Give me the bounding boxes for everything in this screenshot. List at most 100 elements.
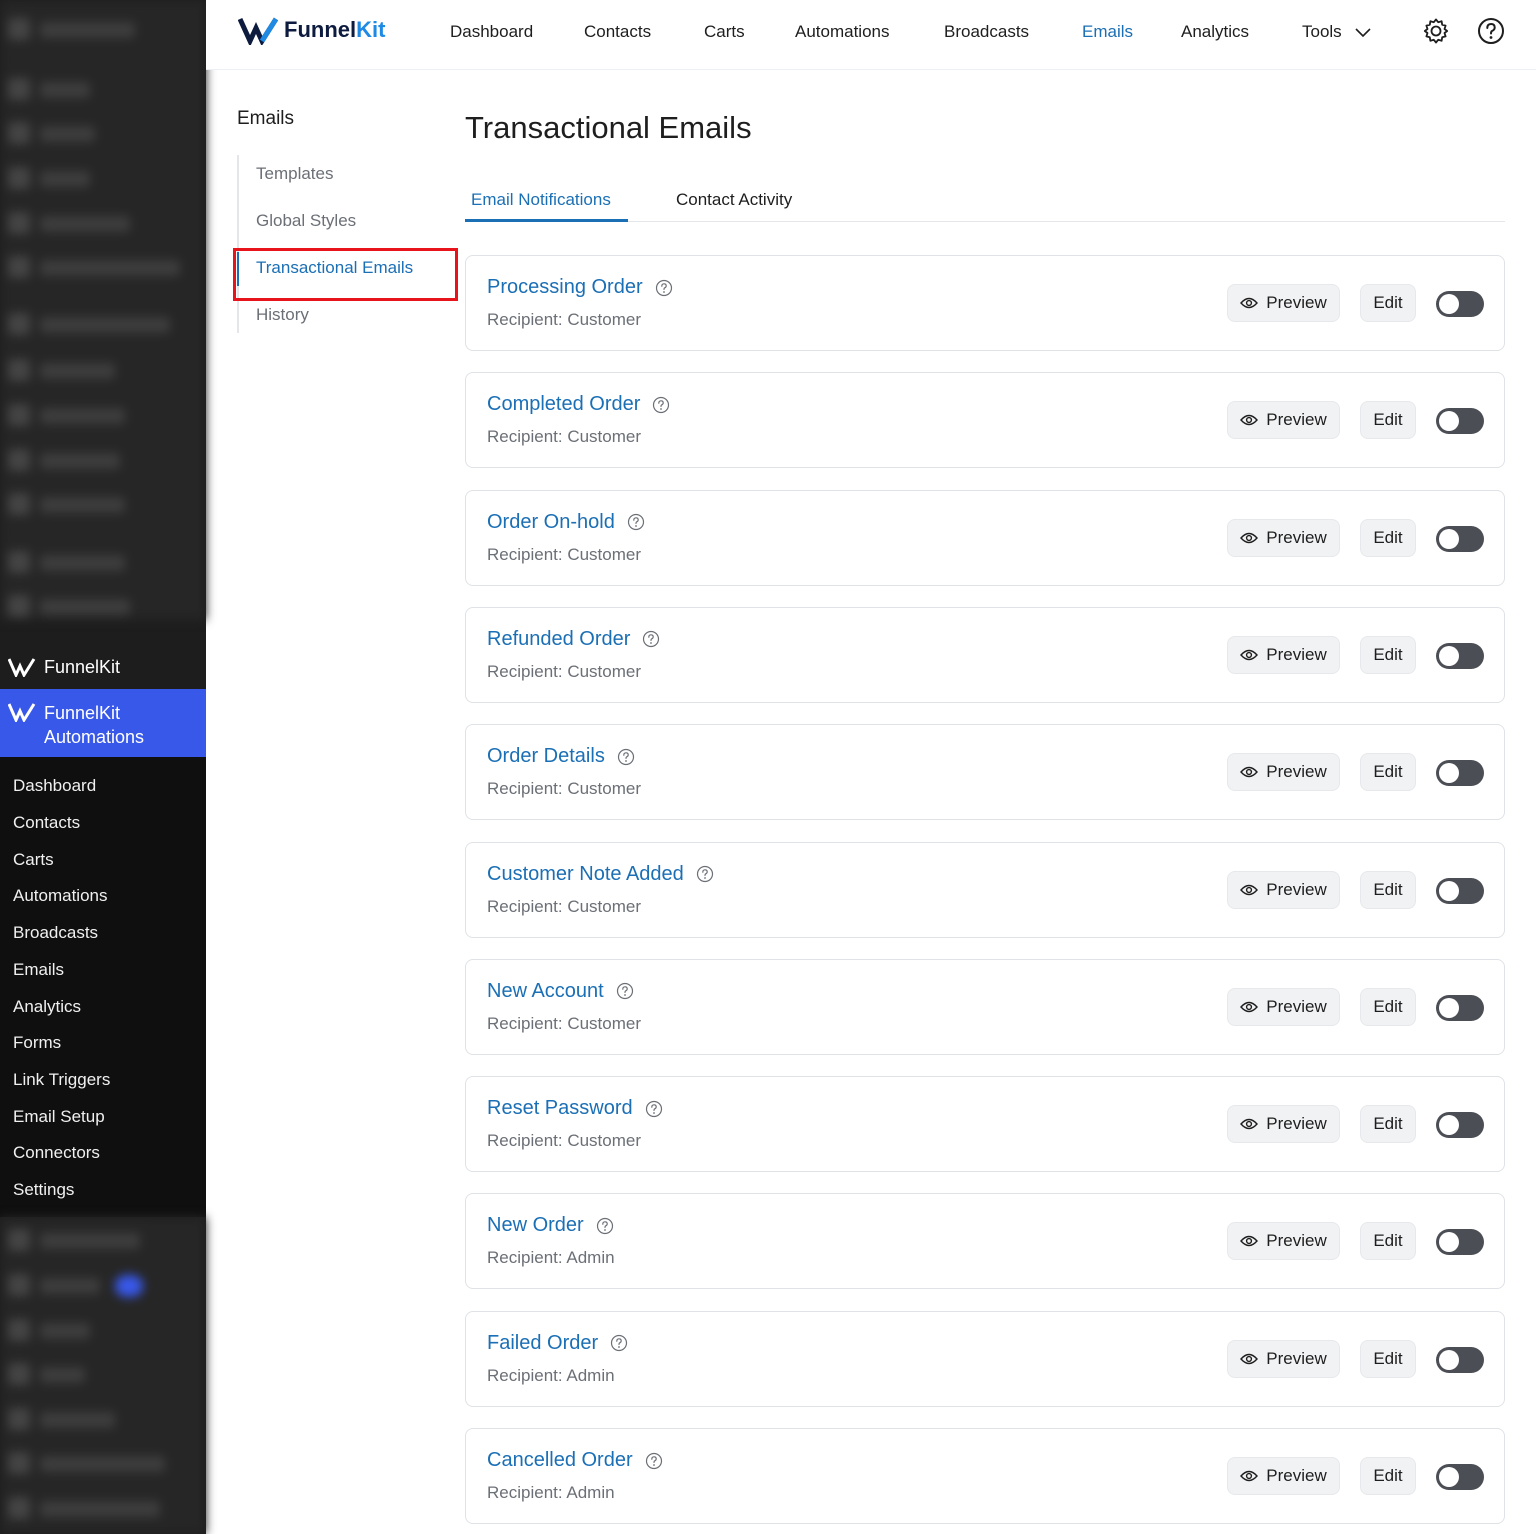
wp-submenu-carts[interactable]: Carts	[13, 850, 54, 870]
preview-button[interactable]: Preview	[1227, 518, 1340, 557]
toggle-knob	[1439, 1349, 1459, 1370]
wp-submenu-analytics[interactable]: Analytics	[13, 997, 81, 1017]
wp-submenu-contacts[interactable]: Contacts	[13, 813, 80, 833]
preview-button[interactable]: Preview	[1227, 1339, 1340, 1378]
edit-button[interactable]: Edit	[1360, 1222, 1416, 1261]
question-circle-icon[interactable]	[652, 396, 670, 414]
enable-toggle[interactable]	[1436, 525, 1484, 552]
email-title[interactable]: Cancelled Order	[487, 1449, 663, 1472]
edit-button[interactable]: Edit	[1360, 401, 1416, 440]
question-circle-icon[interactable]	[645, 1100, 663, 1118]
question-circle-icon[interactable]	[617, 748, 635, 766]
preview-button[interactable]: Preview	[1227, 987, 1340, 1026]
nav-analytics[interactable]: Analytics	[1181, 22, 1249, 42]
email-card: Order On-hold Recipient: Customer Previe…	[465, 489, 1505, 586]
question-circle-icon[interactable]	[616, 982, 634, 1000]
wp-submenu-broadcasts[interactable]: Broadcasts	[13, 923, 98, 943]
eye-icon	[1240, 532, 1259, 543]
email-recipient: Recipient: Customer	[487, 896, 642, 916]
email-title[interactable]: Reset Password	[487, 1097, 663, 1120]
enable-toggle[interactable]	[1436, 1112, 1484, 1139]
edit-button[interactable]: Edit	[1360, 987, 1416, 1026]
nav-contacts[interactable]: Contacts	[584, 22, 651, 42]
red-highlight-box	[233, 248, 458, 301]
sub-sidebar-templates[interactable]: Templates	[256, 164, 333, 184]
email-title[interactable]: Order Details	[487, 745, 635, 768]
wp-submenu-forms[interactable]: Forms	[13, 1033, 61, 1053]
wp-submenu-settings[interactable]: Settings	[13, 1180, 74, 1200]
enable-toggle[interactable]	[1436, 1229, 1484, 1256]
preview-button[interactable]: Preview	[1227, 870, 1340, 909]
email-title[interactable]: Customer Note Added	[487, 863, 714, 886]
preview-button[interactable]: Preview	[1227, 1457, 1340, 1495]
enable-toggle[interactable]	[1436, 642, 1484, 669]
email-card: Cancelled Order Recipient: Admin Preview…	[465, 1428, 1505, 1524]
wp-submenu-emails[interactable]: Emails	[13, 960, 64, 980]
edit-button[interactable]: Edit	[1360, 284, 1416, 322]
enable-toggle[interactable]	[1436, 408, 1484, 435]
question-circle-icon[interactable]	[627, 513, 645, 531]
wp-submenu-dashboard[interactable]: Dashboard	[13, 776, 96, 796]
email-card: New Account Recipient: Customer Preview …	[465, 958, 1505, 1055]
tab-email-notifications[interactable]: Email Notifications	[471, 190, 611, 210]
edit-button[interactable]: Edit	[1360, 1457, 1416, 1495]
preview-button[interactable]: Preview	[1227, 635, 1340, 674]
email-title[interactable]: Completed Order	[487, 393, 670, 416]
enable-toggle[interactable]	[1436, 760, 1484, 787]
edit-button[interactable]: Edit	[1360, 1105, 1416, 1144]
email-title[interactable]: Processing Order	[487, 276, 673, 299]
enable-toggle[interactable]	[1436, 1464, 1484, 1490]
email-title[interactable]: Refunded Order	[487, 628, 660, 651]
nav-carts[interactable]: Carts	[704, 22, 745, 42]
edit-button[interactable]: Edit	[1360, 635, 1416, 674]
email-recipient: Recipient: Admin	[487, 1365, 615, 1385]
question-circle-icon[interactable]	[696, 865, 714, 883]
question-circle-icon[interactable]	[610, 1334, 628, 1352]
wp-submenu-email-setup[interactable]: Email Setup	[13, 1107, 105, 1127]
sub-sidebar-history[interactable]: History	[256, 305, 309, 325]
email-title[interactable]: Failed Order	[487, 1332, 628, 1355]
edit-button[interactable]: Edit	[1360, 518, 1416, 557]
nav-emails[interactable]: Emails	[1082, 22, 1133, 42]
wp-submenu-link-triggers[interactable]: Link Triggers	[13, 1070, 110, 1090]
enable-toggle[interactable]	[1436, 291, 1484, 317]
enable-toggle[interactable]	[1436, 877, 1484, 904]
wp-submenu-automations[interactable]: Automations	[13, 886, 108, 906]
brand-logo[interactable]: FunnelKit	[238, 15, 385, 45]
tab-contact-activity[interactable]: Contact Activity	[676, 190, 792, 210]
preview-button[interactable]: Preview	[1227, 401, 1340, 440]
help-question-icon[interactable]	[1477, 17, 1505, 45]
preview-button[interactable]: Preview	[1227, 284, 1340, 322]
sub-sidebar-global-styles[interactable]: Global Styles	[256, 211, 356, 231]
preview-button[interactable]: Preview	[1227, 1222, 1340, 1261]
question-circle-icon[interactable]	[645, 1452, 663, 1470]
email-title[interactable]: Order On-hold	[487, 511, 645, 534]
edit-button[interactable]: Edit	[1360, 753, 1416, 792]
edit-button[interactable]: Edit	[1360, 1339, 1416, 1378]
preview-button[interactable]: Preview	[1227, 753, 1340, 792]
wp-submenu-connectors[interactable]: Connectors	[13, 1143, 100, 1163]
sub-sidebar-title: Emails	[237, 108, 295, 129]
email-title[interactable]: New Account	[487, 980, 634, 1003]
enable-toggle[interactable]	[1436, 994, 1484, 1021]
question-circle-icon[interactable]	[642, 630, 660, 648]
nav-broadcasts[interactable]: Broadcasts	[944, 22, 1029, 42]
email-title[interactable]: New Order	[487, 1214, 614, 1237]
preview-button[interactable]: Preview	[1227, 1105, 1340, 1144]
question-circle-icon[interactable]	[655, 279, 673, 297]
email-title-text: Refunded Order	[487, 627, 631, 650]
nav-tools[interactable]: Tools	[1302, 22, 1372, 42]
eye-icon	[1240, 884, 1259, 895]
edit-button[interactable]: Edit	[1360, 870, 1416, 909]
wp-menu-active-label-line1: FunnelKit	[44, 703, 121, 723]
eye-icon	[1240, 297, 1259, 309]
email-title-text: New Order	[487, 1214, 584, 1237]
nav-automations[interactable]: Automations	[795, 22, 890, 42]
nav-dashboard[interactable]: Dashboard	[450, 22, 533, 42]
toggle-knob	[1439, 1115, 1459, 1136]
wp-menu-funnelkit-automations[interactable]: FunnelKit Automations	[0, 689, 206, 757]
gear-icon[interactable]	[1422, 17, 1450, 45]
question-circle-icon[interactable]	[596, 1217, 614, 1235]
wp-menu-funnelkit[interactable]: FunnelKit	[0, 645, 206, 689]
enable-toggle[interactable]	[1436, 1346, 1484, 1373]
